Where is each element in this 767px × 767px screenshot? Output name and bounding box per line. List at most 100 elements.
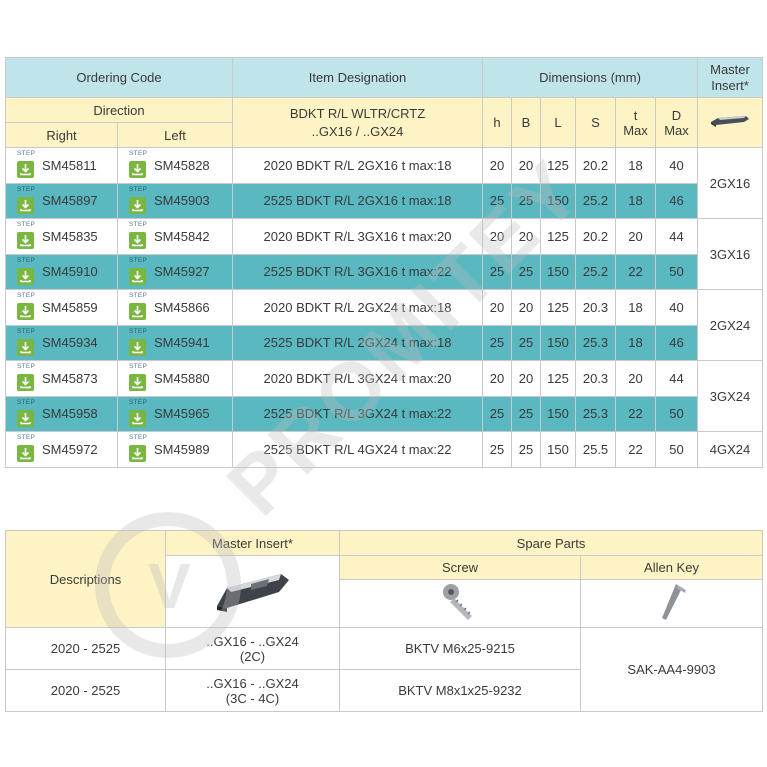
master-insert-image-cell xyxy=(165,555,340,628)
download-button[interactable] xyxy=(129,303,146,320)
ordering-code[interactable]: SM45965 xyxy=(154,406,210,421)
screw-icon xyxy=(443,584,472,620)
download-icon xyxy=(132,270,143,282)
right-ordering-code-cell[interactable]: STEP SM45835 xyxy=(5,218,118,255)
dim-s: 20.2 xyxy=(575,218,616,255)
ordering-code[interactable]: SM45828 xyxy=(154,158,210,173)
d-max-header: D Max xyxy=(655,97,698,148)
step-badge: STEP xyxy=(129,292,148,299)
ordering-code[interactable]: SM45842 xyxy=(154,229,210,244)
step-badge: STEP xyxy=(129,150,148,157)
step-badge: STEP xyxy=(17,185,36,193)
b-header: B xyxy=(511,97,541,148)
ordering-code[interactable]: SM45903 xyxy=(154,193,210,208)
master-insert-group: 4GX24 xyxy=(697,431,763,468)
download-button[interactable] xyxy=(129,374,146,391)
left-ordering-code-cell[interactable]: STEP SM45880 xyxy=(117,360,233,397)
dim-b: 25 xyxy=(511,431,541,468)
download-button[interactable] xyxy=(17,338,34,356)
dimensions-header: Dimensions (mm) xyxy=(482,57,698,98)
left-header: Left xyxy=(117,122,233,148)
left-ordering-code-cell[interactable]: STEP SM45927 xyxy=(117,253,233,290)
right-ordering-code-cell[interactable]: STEP SM45811 xyxy=(5,147,118,184)
ordering-code[interactable]: SM45835 xyxy=(42,229,98,244)
ordering-code[interactable]: SM45910 xyxy=(42,264,98,279)
left-ordering-code-cell[interactable]: STEP SM45989 xyxy=(117,431,233,468)
left-ordering-code-cell[interactable]: STEP SM45866 xyxy=(117,289,233,326)
dim-b: 20 xyxy=(511,360,541,397)
download-button[interactable] xyxy=(129,161,146,178)
ordering-code[interactable]: SM45859 xyxy=(42,300,98,315)
dim-t: 22 xyxy=(615,431,656,468)
right-ordering-code-cell[interactable]: STEP SM45934 xyxy=(5,324,118,361)
step-badge: STEP xyxy=(17,327,36,335)
left-ordering-code-cell[interactable]: STEP SM45828 xyxy=(117,147,233,184)
download-button[interactable] xyxy=(17,303,34,320)
download-button[interactable] xyxy=(17,196,34,214)
dim-l: 150 xyxy=(540,431,576,468)
h-header: h xyxy=(482,97,512,148)
ordering-code[interactable]: SM45927 xyxy=(154,264,210,279)
ordering-code[interactable]: SM45811 xyxy=(42,158,97,173)
screw-cell: BKTV M6x25-9215 xyxy=(339,627,581,670)
right-ordering-code-cell[interactable]: STEP SM45910 xyxy=(5,253,118,290)
ordering-code[interactable]: SM45873 xyxy=(42,371,98,386)
item-designation: 2525 BDKT R/L 2GX24 t max:18 xyxy=(232,324,483,361)
download-button[interactable] xyxy=(129,232,146,249)
ordering-code[interactable]: SM45880 xyxy=(154,371,210,386)
dim-h: 25 xyxy=(482,182,512,219)
download-icon xyxy=(20,306,31,318)
right-ordering-code-cell[interactable]: STEP SM45972 xyxy=(5,431,118,468)
download-button[interactable] xyxy=(129,196,146,214)
spare-parts-table: Descriptions Master Insert* Spare Parts … xyxy=(5,530,763,712)
step-badge: STEP xyxy=(17,221,36,228)
left-ordering-code-cell[interactable]: STEP SM45903 xyxy=(117,182,233,219)
master-insert-header-label: Master Insert* xyxy=(710,61,750,93)
step-badge: STEP xyxy=(17,434,36,441)
master-insert-group: 3GX24 xyxy=(697,360,763,432)
download-button[interactable] xyxy=(129,409,146,427)
s-header: S xyxy=(575,97,616,148)
download-button[interactable] xyxy=(17,409,34,427)
download-button[interactable] xyxy=(17,161,34,178)
item-designation: 2525 BDKT R/L 2GX16 t max:18 xyxy=(232,182,483,219)
dim-d: 46 xyxy=(655,182,698,219)
download-button[interactable] xyxy=(17,232,34,249)
right-ordering-code-cell[interactable]: STEP SM45873 xyxy=(5,360,118,397)
dim-t: 20 xyxy=(615,360,656,397)
table-row: STEP SM45910 STEP SM45927 2525 BDKT R/L 3GX1… xyxy=(5,253,763,290)
t-max-line2: Max xyxy=(623,122,648,138)
download-button[interactable] xyxy=(17,267,34,285)
download-button[interactable] xyxy=(129,267,146,285)
dim-l: 125 xyxy=(540,147,576,184)
left-ordering-code-cell[interactable]: STEP SM45965 xyxy=(117,395,233,432)
ordering-code[interactable]: SM45972 xyxy=(42,442,98,457)
ordering-code[interactable]: SM45958 xyxy=(42,406,98,421)
dim-s: 20.2 xyxy=(575,147,616,184)
download-icon xyxy=(132,306,143,318)
table-row: STEP SM45897 STEP SM45903 2525 BDKT R/L 2GX1… xyxy=(5,182,763,219)
download-button[interactable] xyxy=(17,445,34,462)
download-button[interactable] xyxy=(17,374,34,391)
ordering-code[interactable]: SM45866 xyxy=(154,300,210,315)
dim-b: 20 xyxy=(511,147,541,184)
ordering-code[interactable]: SM45897 xyxy=(42,193,98,208)
left-ordering-code-cell[interactable]: STEP SM45941 xyxy=(117,324,233,361)
left-ordering-code-cell[interactable]: STEP SM45842 xyxy=(117,218,233,255)
ordering-code[interactable]: SM45941 xyxy=(154,335,210,350)
right-ordering-code-cell[interactable]: STEP SM45859 xyxy=(5,289,118,326)
dim-d: 50 xyxy=(655,253,698,290)
direction-header: Direction xyxy=(5,97,233,123)
spare-parts-header: Spare Parts xyxy=(339,530,763,556)
download-button[interactable] xyxy=(129,338,146,356)
dim-s: 20.3 xyxy=(575,360,616,397)
right-ordering-code-cell[interactable]: STEP SM45958 xyxy=(5,395,118,432)
dim-d: 50 xyxy=(655,431,698,468)
ordering-code[interactable]: SM45989 xyxy=(154,442,210,457)
download-icon xyxy=(132,341,143,353)
right-ordering-code-cell[interactable]: STEP SM45897 xyxy=(5,182,118,219)
download-button[interactable] xyxy=(129,445,146,462)
description-cell: 2020 - 2525 xyxy=(5,669,166,712)
ordering-code[interactable]: SM45934 xyxy=(42,335,98,350)
d-max-line2: Max xyxy=(664,122,689,138)
